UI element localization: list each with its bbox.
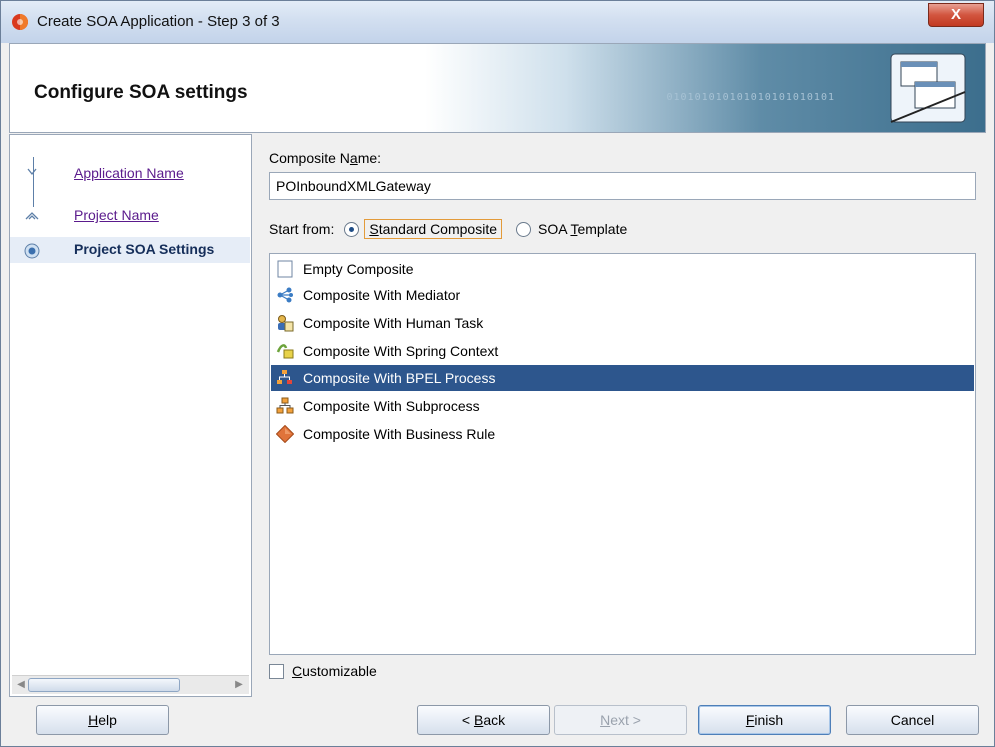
list-item-bpel-process[interactable]: Composite With BPEL Process [271,365,974,391]
header-banner: 010101010101010101010101 Configure SOA s… [9,43,986,133]
start-from-row: Start from: Standard Composite SOA Templ… [269,218,627,240]
list-item-empty-composite[interactable]: Empty Composite [271,256,974,282]
list-item-label: Composite With Human Task [303,315,484,331]
label-part: ack [483,712,506,728]
label-part: Composite N [269,150,350,166]
bpel-process-icon [277,370,292,384]
list-item-human-task[interactable]: Composite With Human Task [271,310,974,336]
cancel-button[interactable]: Cancel [846,705,979,735]
label-part: emplate [577,221,628,237]
close-button[interactable]: X [928,3,984,27]
finish-button[interactable]: Finish [698,705,831,735]
template-list[interactable]: Empty Composite Composite With Mediator … [269,253,976,655]
label-part: ustomizable [302,663,377,679]
window-title: Create SOA Application - Step 3 of 3 [37,13,280,30]
oracle-app-icon [12,14,28,30]
mnemonic: C [292,663,303,679]
scroll-left-icon[interactable]: ◀ [14,678,28,692]
dialog-window: Create SOA Application - Step 3 of 3 X 0… [0,0,995,747]
customizable-label[interactable]: Customizable [292,663,377,679]
step-application-name[interactable]: Application Name [10,161,250,187]
customizable-row[interactable]: Customizable [269,663,377,679]
standard-composite-label[interactable]: Standard Composite [364,219,502,239]
label-part: ext > [610,712,641,728]
list-item-label: Composite With Mediator [303,287,461,303]
mediator-icon [277,287,293,303]
label-part: elp [98,712,117,728]
soa-template-radio[interactable] [516,221,531,237]
step-label[interactable]: Project Name [74,207,159,223]
help-button[interactable]: Help [36,705,169,735]
horizontal-scrollbar[interactable]: ◀ ▶ [12,675,249,694]
empty-composite-icon [277,260,293,278]
scroll-thumb[interactable] [28,678,180,692]
step-label[interactable]: Application Name [74,165,184,181]
mnemonic: H [88,712,99,728]
list-item-label: Composite With Business Rule [303,426,496,442]
back-button[interactable]: < Back [417,705,550,735]
step-done-icon [27,168,37,176]
step-project-soa-settings[interactable]: Project SOA Settings [10,237,250,263]
button-bar: Help < Back Next > Finish Cancel [1,698,994,746]
start-from-label: Start from: [269,221,335,237]
list-item-business-rule[interactable]: Composite With Business Rule [271,421,974,447]
step-project-name[interactable]: Project Name [10,203,250,229]
list-item-label: Empty Composite [303,261,414,277]
human-task-icon [278,315,294,332]
label-part: SOA [538,221,571,237]
settings-panel: Composite Name: Start from: Standard Com… [252,134,986,697]
step-done-icon [25,212,39,220]
composite-name-input[interactable] [269,172,976,200]
label-part: < [461,712,474,728]
scroll-right-icon[interactable]: ▶ [232,678,246,692]
business-rule-icon [276,425,294,443]
customizable-checkbox[interactable] [269,663,284,679]
wizard-window-icon [890,53,966,123]
mnemonic: B [473,712,484,728]
list-item-label: Composite With BPEL Process [303,370,496,386]
step-label: Project SOA Settings [74,241,215,257]
soa-template-label[interactable]: SOA Template [538,221,627,237]
label-part: tandard Composite [378,221,497,237]
mnemonic: N [600,712,611,728]
steps-panel: Application Name Project Name Project SO… [9,134,252,697]
current-step-icon [24,243,40,259]
subprocess-icon [276,397,294,414]
composite-name-label: Composite Name: [269,150,381,166]
mnemonic: S [369,221,379,237]
banner-binary-text: 010101010101010101010101 [666,92,835,103]
list-item-mediator[interactable]: Composite With Mediator [271,282,974,308]
mnemonic: a [349,150,358,166]
next-button: Next > [554,705,687,735]
spring-context-icon [276,344,294,359]
label-part: inish [754,712,784,728]
page-title: Configure SOA settings [34,82,248,103]
standard-composite-radio[interactable] [344,221,360,237]
list-item-label: Composite With Subprocess [303,398,480,414]
list-item-label: Composite With Spring Context [303,343,499,359]
title-bar[interactable]: Create SOA Application - Step 3 of 3 X [1,1,994,43]
label-part: me: [357,150,382,166]
list-item-spring-context[interactable]: Composite With Spring Context [271,338,974,364]
list-item-subprocess[interactable]: Composite With Subprocess [271,393,974,419]
